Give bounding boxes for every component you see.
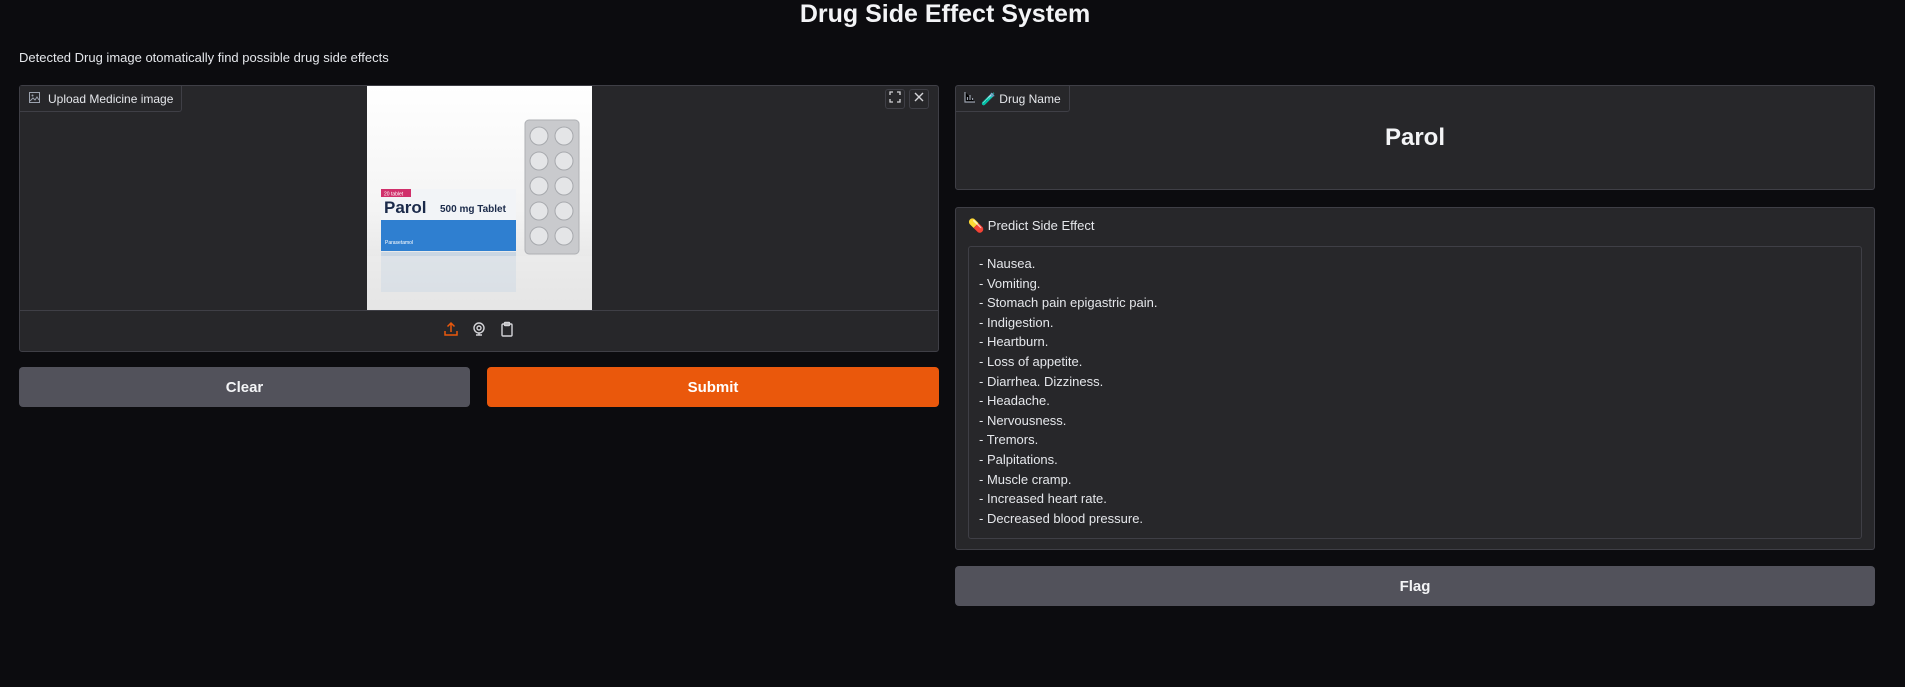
clear-button[interactable]: Clear (19, 367, 470, 407)
upload-image-panel[interactable]: Upload Medicine image 20 tablet Parol 50… (19, 85, 939, 352)
page-title: Drug Side Effect System (799, 0, 1091, 28)
fullscreen-icon (889, 90, 901, 108)
side-effect-line: - Muscle cramp. (979, 471, 1072, 487)
drug-name-panel: 🧪 Drug Name Parol (955, 85, 1875, 190)
upload-source-button[interactable] (442, 321, 460, 342)
side-effect-line: - Increased heart rate. (979, 491, 1107, 507)
image-toolbar (885, 89, 929, 109)
side-effect-line: - Tremors. (979, 432, 1039, 448)
drug-name-value: Parol (1384, 124, 1446, 151)
side-effect-line: - Indigestion. (979, 314, 1054, 330)
submit-button[interactable]: Submit (487, 367, 939, 407)
page-description: Detected Drug image otomatically find po… (19, 50, 389, 65)
clipboard-source-button[interactable] (498, 321, 516, 342)
close-icon (913, 90, 925, 108)
uploaded-medicine-image: 20 tablet Parol 500 mg Tablet Parasetamo… (367, 86, 592, 311)
flag-button[interactable]: Flag (955, 566, 1875, 606)
side-effect-line: - Nausea. (979, 256, 1036, 271)
upload-icon (443, 321, 459, 342)
package-strength-text: 500 mg Tablet (440, 204, 507, 215)
side-effect-line: - Stomach pain epigastric pain. (979, 295, 1158, 311)
side-effect-panel: 💊 Predict Side Effect - Nausea. - Vomiti… (955, 207, 1875, 550)
side-effect-line: - Headache. (979, 393, 1050, 409)
remove-image-button[interactable] (909, 89, 929, 109)
side-effect-textbox[interactable]: - Nausea. - Vomiting. - Stomach pain epi… (968, 246, 1862, 539)
package-generic-text: Parasetamol (385, 240, 413, 246)
webcam-source-button[interactable] (470, 321, 488, 342)
side-effect-line: - Nervousness. (979, 412, 1067, 428)
clipboard-icon (499, 321, 515, 342)
image-icon (29, 91, 40, 106)
side-effect-line: - Vomiting. (979, 275, 1041, 291)
side-effect-line: - Loss of appetite. (979, 353, 1083, 369)
side-effect-line: - Decreased blood pressure. (979, 510, 1144, 526)
app-page: Drug Side Effect System Detected Drug im… (0, 0, 1905, 687)
fullscreen-button[interactable] (885, 89, 905, 109)
image-source-bar (20, 310, 938, 351)
webcam-icon (471, 321, 487, 342)
side-effect-line: - Heartburn. (979, 334, 1049, 350)
chart-icon (964, 91, 975, 106)
drug-name-label: 🧪 Drug Name (956, 86, 1070, 112)
side-effect-label: 💊 Predict Side Effect (968, 218, 1095, 233)
side-effect-line: - Diarrhea. Dizziness. (979, 373, 1104, 389)
drug-name-label-text: 🧪 Drug Name (981, 91, 1061, 106)
upload-label-text: Upload Medicine image (48, 91, 174, 106)
package-brand-text: Parol (384, 198, 427, 217)
side-effect-line: - Palpitations. (979, 451, 1058, 467)
package-badge-text: 20 tablet (384, 192, 404, 198)
upload-panel-label: Upload Medicine image (20, 86, 183, 112)
